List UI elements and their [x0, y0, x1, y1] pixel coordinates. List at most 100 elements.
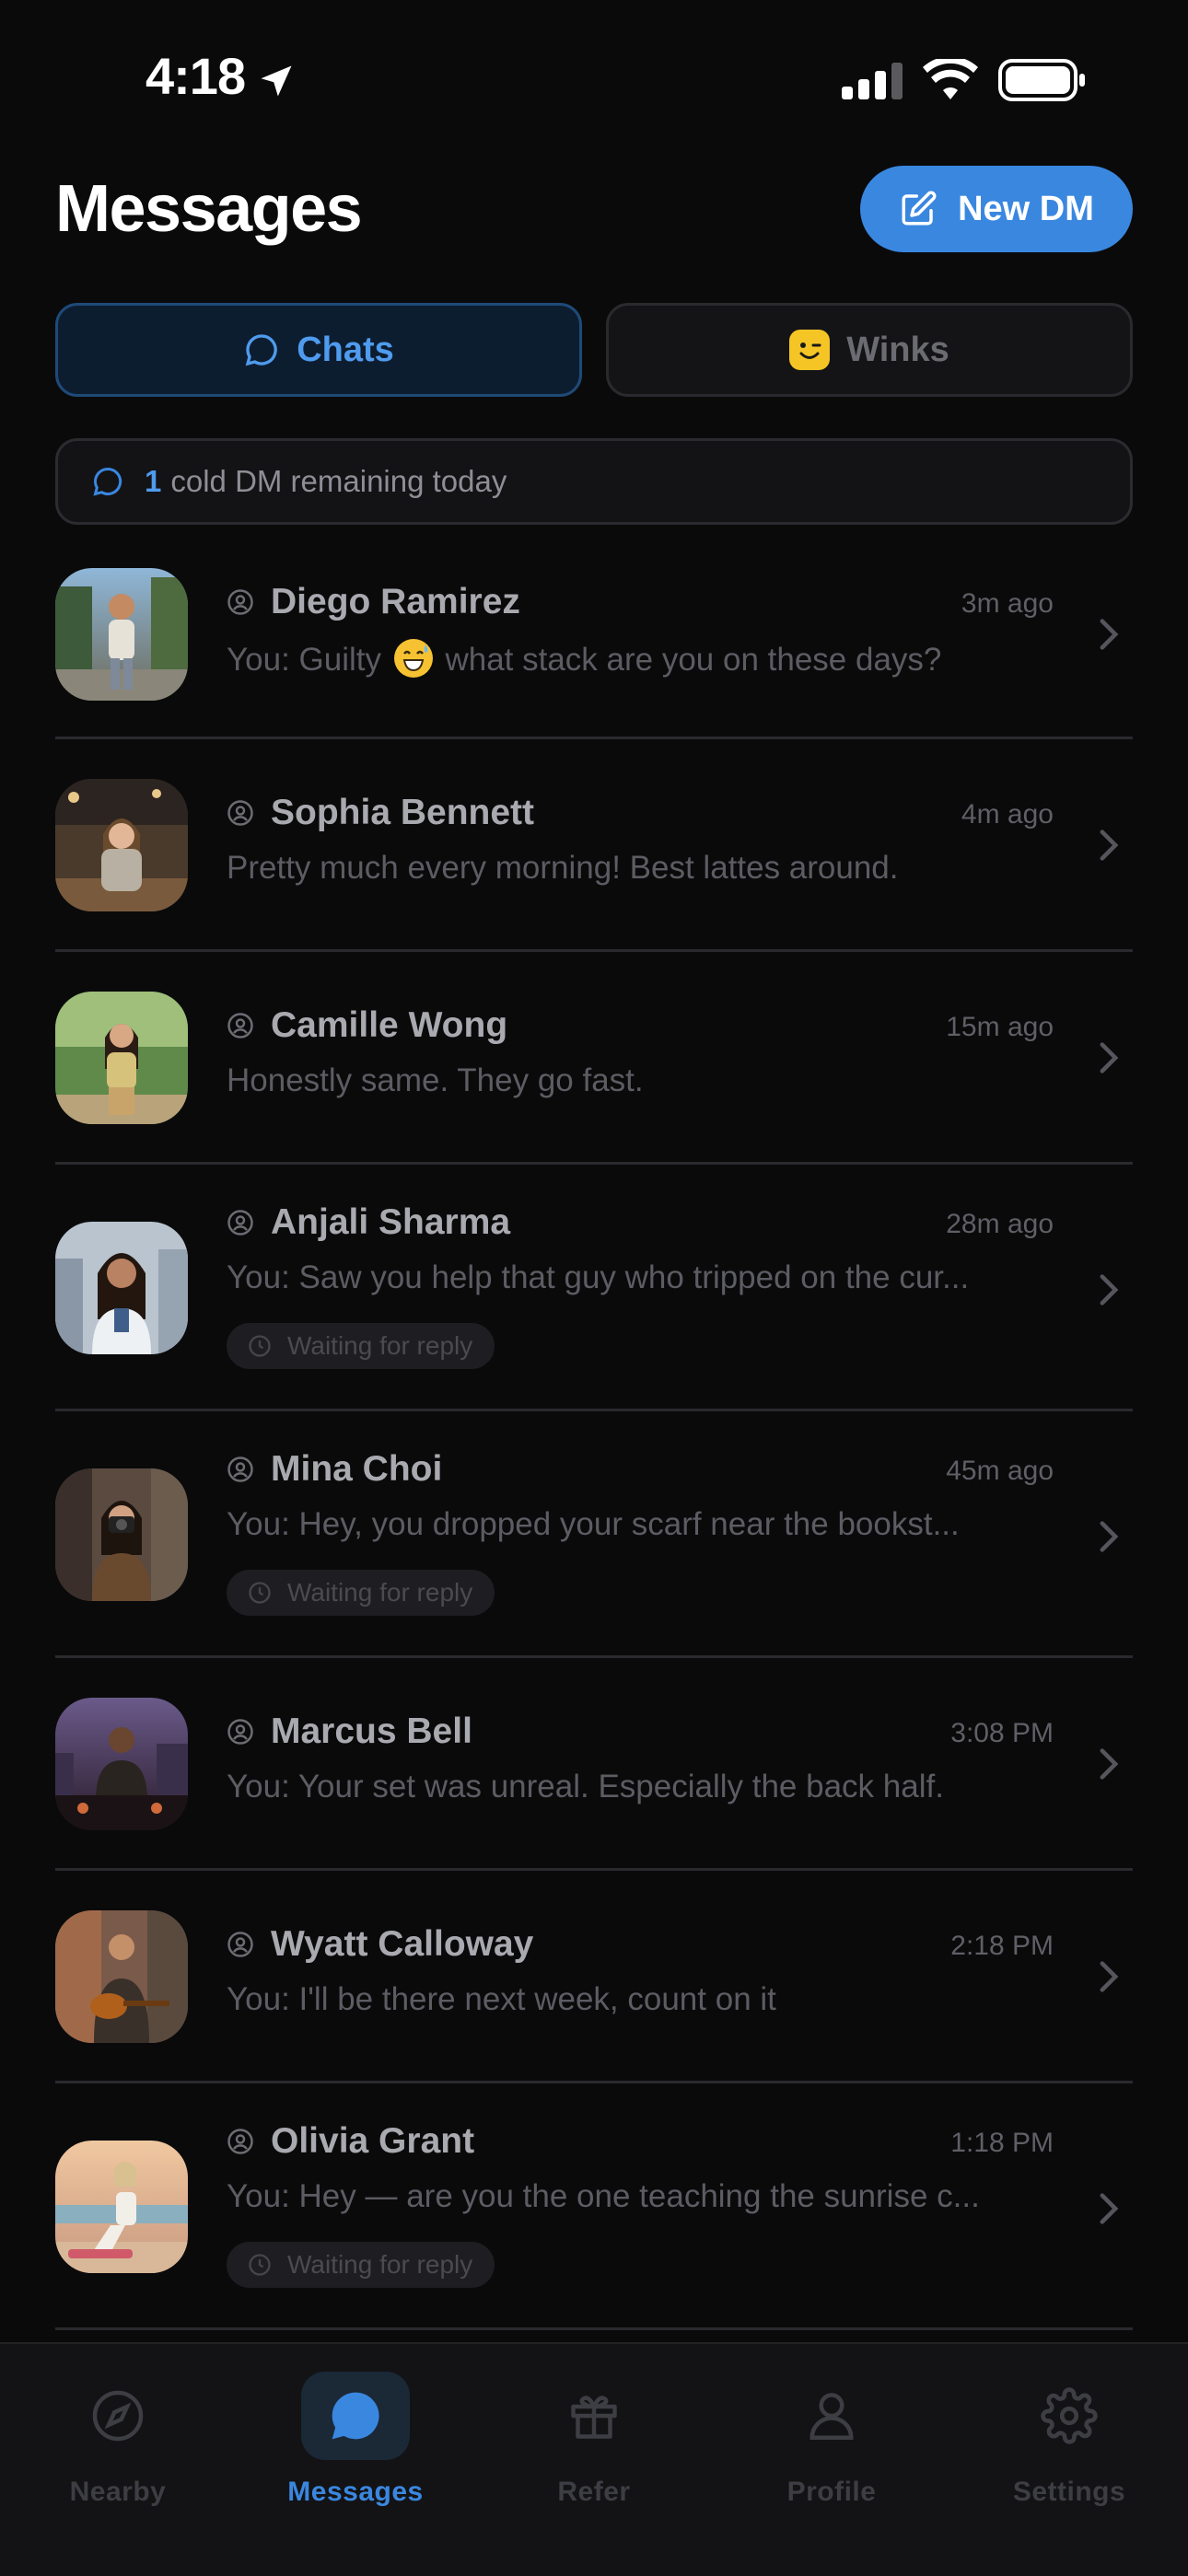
chat-row-anjali-sharma[interactable]: Anjali Sharma 28m ago You: Saw you help … [55, 1189, 1133, 1397]
chevron-right-icon [1100, 2193, 1119, 2224]
divider [55, 2327, 1133, 2330]
person-icon [227, 2129, 253, 2154]
avatar [55, 1910, 188, 2043]
bottom-tab-bar: Nearby Messages Refer Profile Settings [0, 2342, 1188, 2576]
status-time: 4:18 [146, 47, 246, 105]
nav-profile-icon-wrap [777, 2372, 886, 2460]
chat-time: 45m ago [946, 1456, 1054, 1486]
chat-row-mina-choi[interactable]: Mina Choi 45m ago You: Hey, you dropped … [55, 1435, 1133, 1643]
divider [55, 2081, 1133, 2083]
chevron-right-icon [1100, 1961, 1119, 1992]
nav-nearby-icon-wrap [64, 2372, 172, 2460]
person-icon [227, 1013, 253, 1039]
tab-chats-label: Chats [297, 330, 394, 369]
nav-label: Settings [1012, 2477, 1126, 2507]
waiting-label: Waiting for reply [287, 1578, 473, 1607]
divider [55, 1409, 1133, 1411]
chat-preview-text: You: Guilty [227, 642, 381, 678]
tab-winks-label: Winks [846, 330, 949, 369]
tab-chats[interactable]: Chats [55, 303, 582, 397]
compose-icon [902, 191, 937, 226]
chat-preview: You: Saw you help that guy who tripped o… [227, 1259, 970, 1295]
avatar [55, 779, 188, 911]
divider [55, 737, 1133, 739]
chat-time: 3m ago [961, 588, 1054, 619]
chevron-right-icon [1100, 1521, 1119, 1552]
status-bar: 4:18 [0, 0, 1188, 157]
nav-label: Nearby [69, 2477, 167, 2507]
chat-name: Wyatt Calloway [271, 1924, 534, 1964]
divider [55, 949, 1133, 952]
chat-bubble-icon [332, 2392, 379, 2440]
new-dm-button[interactable]: New DM [860, 166, 1133, 252]
chat-name: Marcus Bell [271, 1712, 472, 1751]
chat-row-marcus-bell[interactable]: Marcus Bell 3:08 PM You: Your set was un… [55, 1698, 1133, 1845]
divider [55, 1868, 1133, 1871]
nav-messages[interactable]: Messages [263, 2366, 448, 2513]
person-icon [809, 2393, 854, 2440]
grinning-sweat-emoji-icon [393, 639, 433, 678]
divider [55, 1655, 1133, 1658]
avatar [55, 568, 188, 701]
chat-name: Olivia Grant [271, 2121, 475, 2161]
avatar [55, 1222, 188, 1354]
person-icon [227, 1456, 253, 1482]
chat-time: 3:08 PM [950, 1718, 1054, 1748]
chat-preview: You: Hey, you dropped your scarf near th… [227, 1506, 960, 1542]
waiting-for-reply-badge: Waiting for reply [227, 1570, 495, 1616]
new-dm-label: New DM [958, 189, 1094, 228]
compass-icon [92, 2390, 144, 2442]
waiting-label: Waiting for reply [287, 1331, 473, 1360]
person-icon [227, 800, 253, 826]
nav-nearby[interactable]: Nearby [26, 2366, 210, 2513]
chat-preview: You: I'll be there next week, count on i… [227, 1981, 776, 2017]
nav-label: Profile [786, 2477, 877, 2507]
chat-row-camille-wong[interactable]: Camille Wong 15m ago Honestly same. They… [55, 992, 1133, 1139]
chevron-right-icon [1100, 1274, 1119, 1305]
chevron-right-icon [1100, 1748, 1119, 1780]
waiting-for-reply-badge: Waiting for reply [227, 2242, 495, 2288]
chat-row-olivia-grant[interactable]: Olivia Grant 1:18 PM You: Hey — are you … [55, 2107, 1133, 2315]
chevron-right-icon [1100, 1042, 1119, 1073]
tab-winks[interactable]: Winks [606, 303, 1133, 397]
chat-name: Camille Wong [271, 1005, 508, 1045]
clock-icon [249, 2254, 271, 2276]
chat-row-sophia-bennett[interactable]: Sophia Bennett 4m ago Pretty much every … [55, 779, 1133, 926]
location-arrow-icon [261, 65, 292, 97]
chat-row-diego-ramirez[interactable]: Diego Ramirez 3m ago You: Guilty what st… [55, 568, 1133, 715]
chevron-right-icon [1100, 830, 1119, 861]
person-icon [227, 589, 253, 615]
chat-name: Diego Ramirez [271, 582, 520, 621]
nav-label: Messages [287, 2477, 424, 2507]
divider [55, 1162, 1133, 1165]
waiting-label: Waiting for reply [287, 2250, 473, 2279]
cold-dm-banner: 1 cold DM remaining today [55, 438, 1133, 525]
chat-preview: Pretty much every morning! Best lattes a… [227, 850, 899, 886]
chat-preview-text: what stack are you on these days? [445, 642, 942, 678]
nav-label: Refer [557, 2477, 631, 2507]
clock-icon [249, 1335, 271, 1357]
nav-settings-icon-wrap [1015, 2372, 1124, 2460]
page-title: Messages [55, 172, 363, 246]
chat-row-wyatt-calloway[interactable]: Wyatt Calloway 2:18 PM You: I'll be ther… [55, 1910, 1133, 2058]
chevron-right-icon [1100, 619, 1119, 650]
chat-time: 28m ago [946, 1209, 1054, 1239]
cold-dm-count: 1 [145, 464, 162, 498]
chat-name: Mina Choi [271, 1449, 443, 1489]
cold-dm-text: cold DM remaining today [170, 464, 507, 498]
battery-icon [998, 59, 1085, 101]
chat-preview: You: Your set was unreal. Especially the… [227, 1769, 944, 1804]
avatar [55, 2141, 188, 2273]
nav-profile[interactable]: Profile [740, 2366, 924, 2513]
nav-settings[interactable]: Settings [977, 2366, 1161, 2513]
chat-preview: Honestly same. They go fast. [227, 1062, 644, 1098]
person-icon [227, 1932, 253, 1957]
chat-time: 1:18 PM [950, 2128, 1054, 2158]
avatar [55, 992, 188, 1124]
chat-bubble-icon [245, 334, 277, 366]
nav-refer[interactable]: Refer [502, 2366, 686, 2513]
chat-time: 15m ago [946, 1012, 1054, 1042]
chat-preview: You: Guilty what stack are you on these … [227, 639, 1111, 679]
waiting-for-reply-badge: Waiting for reply [227, 1323, 495, 1369]
person-icon [227, 1210, 253, 1236]
